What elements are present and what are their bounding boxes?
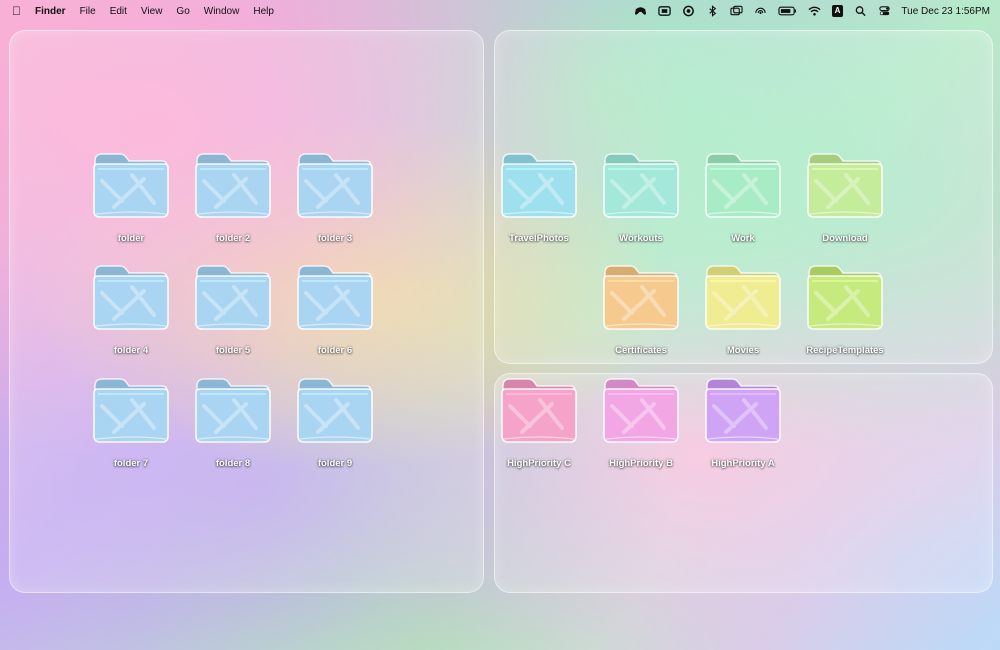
menu-clock[interactable]: Tue Dec 23 1:56PM: [901, 6, 990, 17]
menu-help[interactable]: Help: [253, 6, 274, 17]
folder-label: folder 5: [215, 345, 251, 356]
folder-label: folder 7: [113, 458, 149, 469]
desktop-folder[interactable]: folder 2: [188, 151, 278, 247]
folder-label: Workouts: [619, 233, 663, 244]
desktop-folder[interactable]: TravelPhotos: [494, 151, 584, 247]
menu-file[interactable]: File: [80, 6, 96, 17]
folder-label: TravelPhotos: [509, 233, 569, 244]
desktop-folder[interactable]: Workouts: [596, 151, 686, 247]
desktop-folder[interactable]: Certificates: [596, 263, 686, 359]
folder-label: Download: [822, 233, 868, 244]
desktop-folder[interactable]: folder 7: [86, 376, 176, 472]
folder-label: folder: [117, 233, 145, 244]
wifi-icon[interactable]: [808, 5, 822, 17]
folder-label: folder 6: [317, 345, 353, 356]
folder-label: folder 9: [317, 458, 353, 469]
desktop-folder[interactable]: folder 9: [290, 376, 380, 472]
desktop-folder[interactable]: folder 3: [290, 151, 380, 247]
chatgpt-icon[interactable]: [682, 5, 696, 17]
folder-label: HighPriority C: [507, 458, 571, 469]
menu-go[interactable]: Go: [176, 6, 189, 17]
battery-icon[interactable]: [778, 5, 798, 17]
folder-label: folder 4: [113, 345, 149, 356]
input-source-badge[interactable]: A: [831, 5, 844, 17]
desktop-folder[interactable]: folder 6: [290, 263, 380, 359]
desktop-folder[interactable]: Download: [800, 151, 890, 247]
screen-mirror-icon[interactable]: [730, 5, 744, 17]
folder-label: Work: [731, 233, 755, 244]
desktop-folder[interactable]: HighPriority B: [596, 376, 686, 472]
bluetooth-icon[interactable]: [706, 5, 720, 17]
menu-window[interactable]: Window: [204, 6, 240, 17]
desktop-folder[interactable]: HighPriority A: [698, 376, 788, 472]
game-controller-icon[interactable]: [634, 5, 648, 17]
desktop-folder[interactable]: RecipeTemplates: [800, 263, 890, 359]
desktop-folder[interactable]: folder 8: [188, 376, 278, 472]
menu-view[interactable]: View: [141, 6, 163, 17]
desktop-folder[interactable]: folder 4: [86, 263, 176, 359]
folder-label: folder 8: [215, 458, 251, 469]
search-icon[interactable]: [853, 5, 867, 17]
desktop-folder[interactable]: HighPriority C: [494, 376, 584, 472]
desktop-folder[interactable]: folder: [86, 151, 176, 247]
folder-label: HighPriority A: [711, 458, 775, 469]
desktop-folder[interactable]: Movies: [698, 263, 788, 359]
control-center-icon[interactable]: [877, 5, 891, 17]
apple-menu-icon[interactable]: : [12, 4, 21, 18]
menu-bar:  Finder File Edit View Go Window Help: [0, 0, 1000, 22]
desktop-folder[interactable]: folder 5: [188, 263, 278, 359]
app-menu-finder[interactable]: Finder: [35, 6, 66, 17]
desktop-folder[interactable]: Work: [698, 151, 788, 247]
folder-label: Movies: [726, 345, 760, 356]
folder-label: RecipeTemplates: [806, 345, 884, 356]
display-icon[interactable]: [658, 5, 672, 17]
folder-label: Certificates: [615, 345, 667, 356]
menu-edit[interactable]: Edit: [110, 6, 127, 17]
folder-label: folder 3: [317, 233, 353, 244]
airdrop-icon[interactable]: [754, 5, 768, 17]
folder-label: HighPriority B: [609, 458, 673, 469]
folder-label: folder 2: [215, 233, 251, 244]
